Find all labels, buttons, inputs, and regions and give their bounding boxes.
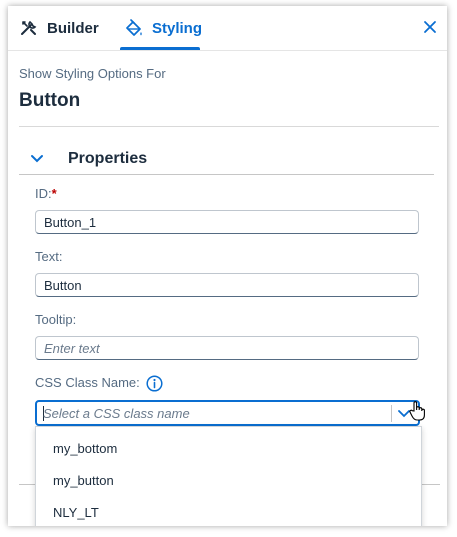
chevron-down-icon xyxy=(30,154,50,164)
hand-cursor-icon xyxy=(408,400,426,422)
dropdown-option[interactable]: my_button xyxy=(36,465,421,495)
css-class-select[interactable]: Select a CSS class name xyxy=(35,400,420,426)
styling-panel: Builder Styling Show Styling Options For… xyxy=(8,6,447,526)
css-class-label-text: CSS Class Name: xyxy=(35,375,140,390)
tab-builder-label: Builder xyxy=(47,19,99,37)
section-title: Properties xyxy=(68,150,148,167)
tab-styling-label: Styling xyxy=(152,19,203,37)
tooltip-placeholder: Enter text xyxy=(44,340,100,356)
tooltip-label: Tooltip: xyxy=(35,312,77,327)
tab-bar: Builder Styling xyxy=(8,6,447,51)
panel-subtitle: Show Styling Options For xyxy=(19,66,166,81)
tools-icon xyxy=(19,18,39,38)
divider xyxy=(420,484,440,485)
panel-title: Button xyxy=(19,90,81,111)
divider xyxy=(19,484,35,485)
dropdown-option[interactable]: my_bottom xyxy=(36,433,421,463)
tab-builder[interactable]: Builder xyxy=(19,6,99,50)
required-marker: * xyxy=(51,186,57,201)
css-class-placeholder: Select a CSS class name xyxy=(43,406,190,421)
tooltip-input[interactable]: Enter text xyxy=(35,336,419,360)
divider xyxy=(19,126,439,127)
text-input-value: Button xyxy=(44,277,82,293)
properties-section-toggle[interactable]: Properties xyxy=(19,144,434,175)
paint-bucket-icon xyxy=(124,18,144,38)
dropdown-option[interactable]: NLY_LT xyxy=(36,497,421,526)
active-tab-indicator xyxy=(120,47,200,50)
close-icon xyxy=(423,20,437,39)
css-class-dropdown-list: my_bottom my_button NLY_LT xyxy=(35,426,422,526)
info-icon[interactable] xyxy=(146,375,163,392)
text-label: Text: xyxy=(35,249,63,264)
id-label: ID:* xyxy=(35,186,57,201)
id-input-value: Button_1 xyxy=(44,214,97,230)
select-separator xyxy=(391,405,392,422)
css-class-label: CSS Class Name: xyxy=(35,375,163,392)
id-input[interactable]: Button_1 xyxy=(35,210,419,234)
text-input[interactable]: Button xyxy=(35,273,419,297)
id-label-text: ID: xyxy=(35,186,52,201)
close-button[interactable] xyxy=(419,18,441,40)
tab-styling[interactable]: Styling xyxy=(124,6,202,50)
